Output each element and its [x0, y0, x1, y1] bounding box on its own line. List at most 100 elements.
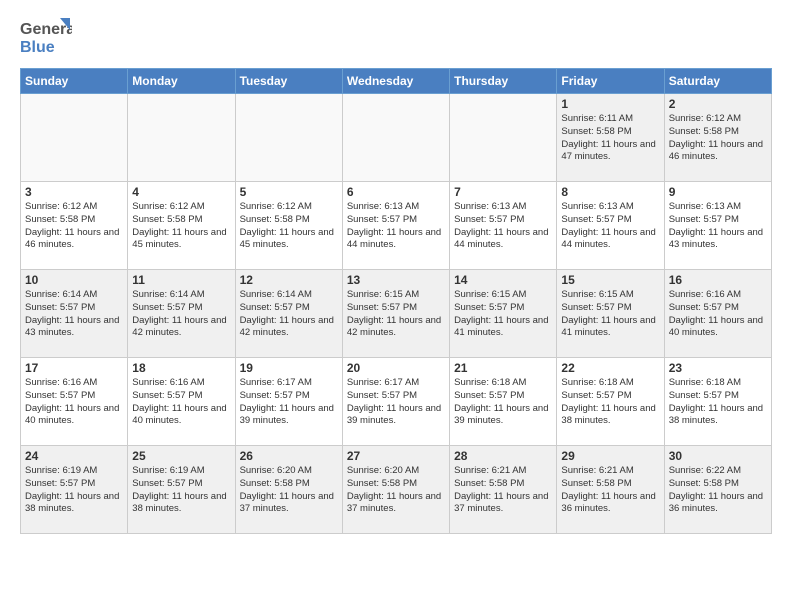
page: GeneralBlue SundayMondayTuesdayWednesday… — [0, 0, 792, 544]
cell-info: Sunrise: 6:17 AM Sunset: 5:57 PM Dayligh… — [240, 377, 338, 428]
day-number: 19 — [240, 361, 338, 375]
day-number: 2 — [669, 97, 767, 111]
day-number: 29 — [561, 449, 659, 463]
calendar-cell: 28 Sunrise: 6:21 AM Sunset: 5:58 PM Dayli… — [450, 446, 557, 534]
calendar-week: 17Sunrise: 6:16 AM Sunset: 5:57 PM Dayli… — [21, 358, 772, 446]
calendar-cell: 24 Sunrise: 6:19 AM Sunset: 5:57 PM Dayli… — [21, 446, 128, 534]
day-number: 15 — [561, 273, 659, 287]
day-number: 1 — [561, 97, 659, 111]
logo: GeneralBlue — [20, 16, 72, 58]
cell-info: Sunrise: 6:14 AM Sunset: 5:57 PM Dayligh… — [240, 289, 338, 340]
calendar-cell: 8 Sunrise: 6:13 AM Sunset: 5:57 PM Daylig… — [557, 182, 664, 270]
day-number: 8 — [561, 185, 659, 199]
calendar-week: 24 Sunrise: 6:19 AM Sunset: 5:57 PM Dayli… — [21, 446, 772, 534]
cell-info: Sunrise: 6:16 AM Sunset: 5:57 PM Dayligh… — [132, 377, 230, 428]
calendar-cell: 25 Sunrise: 6:19 AM Sunset: 5:57 PM Dayli… — [128, 446, 235, 534]
calendar-body: 1Sunrise: 6:11 AM Sunset: 5:58 PM Daylig… — [21, 94, 772, 534]
calendar-cell — [342, 94, 449, 182]
calendar-cell: 12 Sunrise: 6:14 AM Sunset: 5:57 PM Dayli… — [235, 270, 342, 358]
calendar-cell: 20 Sunrise: 6:17 AM Sunset: 5:57 PM Dayli… — [342, 358, 449, 446]
day-number: 11 — [132, 273, 230, 287]
calendar-cell: 11 Sunrise: 6:14 AM Sunset: 5:57 PM Dayli… — [128, 270, 235, 358]
cell-info: Sunrise: 6:17 AM Sunset: 5:57 PM Dayligh… — [347, 377, 445, 428]
calendar-cell — [450, 94, 557, 182]
cell-info: Sunrise: 6:13 AM Sunset: 5:57 PM Dayligh… — [454, 201, 552, 252]
cell-info: Sunrise: 6:21 AM Sunset: 5:58 PM Dayligh… — [561, 465, 659, 516]
calendar-cell: 23 Sunrise: 6:18 AM Sunset: 5:57 PM Dayli… — [664, 358, 771, 446]
calendar-cell: 21Sunrise: 6:18 AM Sunset: 5:57 PM Dayli… — [450, 358, 557, 446]
day-number: 9 — [669, 185, 767, 199]
cell-info: Sunrise: 6:19 AM Sunset: 5:57 PM Dayligh… — [25, 465, 123, 516]
weekday-row: SundayMondayTuesdayWednesdayThursdayFrid… — [21, 69, 772, 94]
cell-info: Sunrise: 6:14 AM Sunset: 5:57 PM Dayligh… — [132, 289, 230, 340]
calendar-cell — [235, 94, 342, 182]
calendar-cell: 7 Sunrise: 6:13 AM Sunset: 5:57 PM Daylig… — [450, 182, 557, 270]
calendar-cell: 9 Sunrise: 6:13 AM Sunset: 5:57 PM Daylig… — [664, 182, 771, 270]
calendar-cell: 5Sunrise: 6:12 AM Sunset: 5:58 PM Daylig… — [235, 182, 342, 270]
day-number: 23 — [669, 361, 767, 375]
cell-info: Sunrise: 6:16 AM Sunset: 5:57 PM Dayligh… — [25, 377, 123, 428]
calendar-cell: 6 Sunrise: 6:13 AM Sunset: 5:57 PM Daylig… — [342, 182, 449, 270]
calendar-cell: 15 Sunrise: 6:15 AM Sunset: 5:57 PM Dayli… — [557, 270, 664, 358]
day-number: 6 — [347, 185, 445, 199]
calendar-cell — [128, 94, 235, 182]
calendar-week: 10 Sunrise: 6:14 AM Sunset: 5:57 PM Dayli… — [21, 270, 772, 358]
day-number: 10 — [25, 273, 123, 287]
calendar-cell: 18Sunrise: 6:16 AM Sunset: 5:57 PM Dayli… — [128, 358, 235, 446]
cell-info: Sunrise: 6:19 AM Sunset: 5:57 PM Dayligh… — [132, 465, 230, 516]
day-number: 30 — [669, 449, 767, 463]
day-number: 24 — [25, 449, 123, 463]
cell-info: Sunrise: 6:21 AM Sunset: 5:58 PM Dayligh… — [454, 465, 552, 516]
day-number: 4 — [132, 185, 230, 199]
day-number: 27 — [347, 449, 445, 463]
cell-info: Sunrise: 6:16 AM Sunset: 5:57 PM Dayligh… — [669, 289, 767, 340]
weekday-header: Wednesday — [342, 69, 449, 94]
calendar-week: 1Sunrise: 6:11 AM Sunset: 5:58 PM Daylig… — [21, 94, 772, 182]
day-number: 22 — [561, 361, 659, 375]
calendar-header: SundayMondayTuesdayWednesdayThursdayFrid… — [21, 69, 772, 94]
calendar-cell: 27Sunrise: 6:20 AM Sunset: 5:58 PM Dayli… — [342, 446, 449, 534]
calendar-cell: 14Sunrise: 6:15 AM Sunset: 5:57 PM Dayli… — [450, 270, 557, 358]
header: GeneralBlue — [20, 16, 772, 58]
cell-info: Sunrise: 6:22 AM Sunset: 5:58 PM Dayligh… — [669, 465, 767, 516]
cell-info: Sunrise: 6:13 AM Sunset: 5:57 PM Dayligh… — [561, 201, 659, 252]
calendar-week: 3 Sunrise: 6:12 AM Sunset: 5:58 PM Daylig… — [21, 182, 772, 270]
day-number: 26 — [240, 449, 338, 463]
cell-info: Sunrise: 6:12 AM Sunset: 5:58 PM Dayligh… — [669, 113, 767, 164]
cell-info: Sunrise: 6:12 AM Sunset: 5:58 PM Dayligh… — [132, 201, 230, 252]
svg-text:Blue: Blue — [20, 39, 55, 56]
day-number: 14 — [454, 273, 552, 287]
weekday-header: Friday — [557, 69, 664, 94]
day-number: 12 — [240, 273, 338, 287]
day-number: 7 — [454, 185, 552, 199]
calendar-cell: 17Sunrise: 6:16 AM Sunset: 5:57 PM Dayli… — [21, 358, 128, 446]
calendar-cell: 2 Sunrise: 6:12 AM Sunset: 5:58 PM Daylig… — [664, 94, 771, 182]
calendar-cell: 26 Sunrise: 6:20 AM Sunset: 5:58 PM Dayli… — [235, 446, 342, 534]
cell-info: Sunrise: 6:18 AM Sunset: 5:57 PM Dayligh… — [669, 377, 767, 428]
calendar-cell — [21, 94, 128, 182]
weekday-header: Saturday — [664, 69, 771, 94]
cell-info: Sunrise: 6:20 AM Sunset: 5:58 PM Dayligh… — [240, 465, 338, 516]
calendar-cell: 13Sunrise: 6:15 AM Sunset: 5:57 PM Dayli… — [342, 270, 449, 358]
day-number: 28 — [454, 449, 552, 463]
general-blue-logo: GeneralBlue — [20, 16, 72, 58]
calendar-cell: 1Sunrise: 6:11 AM Sunset: 5:58 PM Daylig… — [557, 94, 664, 182]
calendar-cell: 10Sunrise: 6:14 AM Sunset: 5:57 PM Dayli… — [21, 270, 128, 358]
calendar-cell: 4 Sunrise: 6:12 AM Sunset: 5:58 PM Daylig… — [128, 182, 235, 270]
cell-info: Sunrise: 6:13 AM Sunset: 5:57 PM Dayligh… — [347, 201, 445, 252]
calendar-cell: 29 Sunrise: 6:21 AM Sunset: 5:58 PM Dayli… — [557, 446, 664, 534]
day-number: 3 — [25, 185, 123, 199]
weekday-header: Sunday — [21, 69, 128, 94]
calendar-cell: 3 Sunrise: 6:12 AM Sunset: 5:58 PM Daylig… — [21, 182, 128, 270]
day-number: 16 — [669, 273, 767, 287]
cell-info: Sunrise: 6:18 AM Sunset: 5:57 PM Dayligh… — [454, 377, 552, 428]
day-number: 25 — [132, 449, 230, 463]
cell-info: Sunrise: 6:12 AM Sunset: 5:58 PM Dayligh… — [25, 201, 123, 252]
cell-info: Sunrise: 6:13 AM Sunset: 5:57 PM Dayligh… — [669, 201, 767, 252]
cell-info: Sunrise: 6:15 AM Sunset: 5:57 PM Dayligh… — [561, 289, 659, 340]
svg-text:General: General — [20, 21, 72, 38]
day-number: 20 — [347, 361, 445, 375]
weekday-header: Monday — [128, 69, 235, 94]
calendar-cell: 19 Sunrise: 6:17 AM Sunset: 5:57 PM Dayli… — [235, 358, 342, 446]
calendar-cell: 22Sunrise: 6:18 AM Sunset: 5:57 PM Dayli… — [557, 358, 664, 446]
